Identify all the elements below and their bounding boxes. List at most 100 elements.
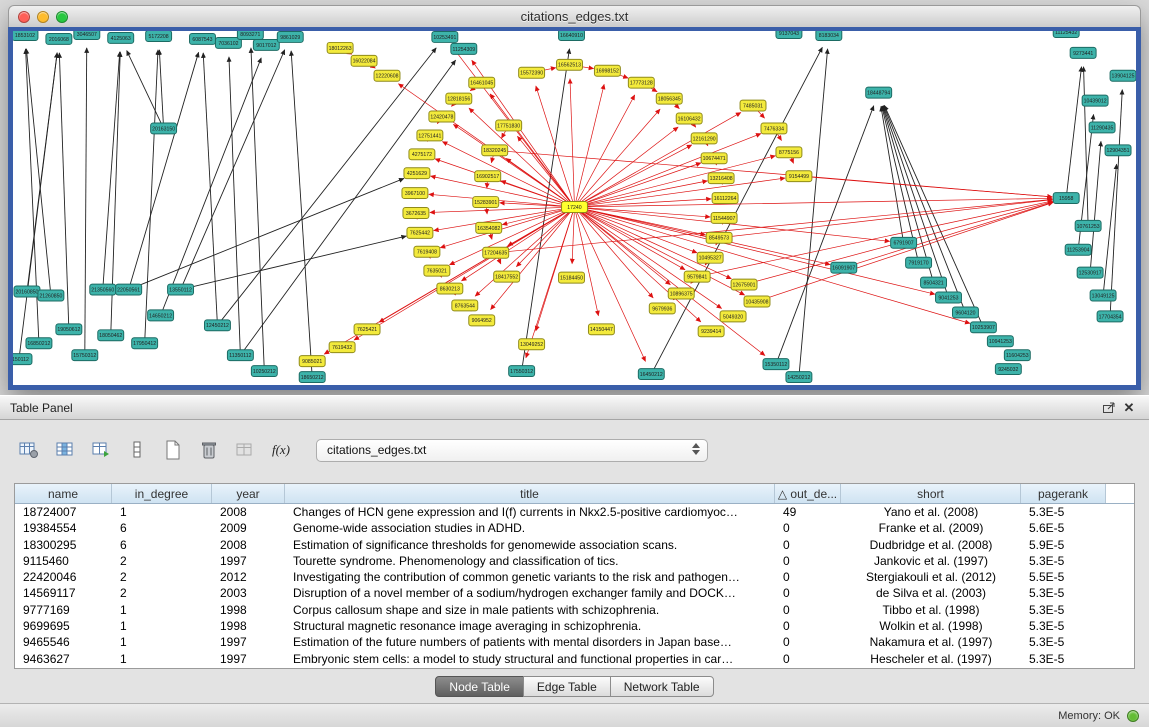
graph-node[interactable]: 16091907 [831,262,857,273]
graph-node[interactable]: 9041253 [936,292,962,303]
graph-node[interactable]: 3672635 [403,208,429,219]
select-columns-button[interactable] [50,436,80,464]
graph-node[interactable]: 8763544 [452,300,478,311]
graph-node[interactable]: 6087543 [190,33,216,44]
graph-node[interactable]: 8504321 [921,277,947,288]
graph-node[interactable]: 7635021 [424,265,450,276]
minimize-window-icon[interactable] [37,11,49,23]
graph-node[interactable]: 15350112 [763,359,789,370]
table-row[interactable]: 1938455462009Genome-wide association stu… [15,520,1134,536]
graph-node[interactable]: 9679936 [649,303,675,314]
function-builder-button[interactable]: f(x) [266,436,296,464]
table-source-select[interactable]: citations_edges.txt [316,439,708,462]
tab-network-table[interactable]: Network Table [610,676,714,697]
column-header-short[interactable]: short [841,484,1021,503]
graph-node[interactable]: 15184450 [559,272,585,283]
graph-node[interactable]: 12420478 [429,111,455,122]
graph-node[interactable]: 7619408 [414,246,440,257]
graph-node[interactable]: 18056345 [656,93,682,104]
graph-node[interactable]: 13216408 [708,173,734,184]
graph-node[interactable]: 16461045 [469,77,495,88]
graph-node[interactable]: 16850212 [26,338,52,349]
graph-node[interactable]: 10495327 [697,252,723,263]
zoom-window-icon[interactable] [56,11,68,23]
graph-node[interactable]: 7036102 [215,37,241,48]
graph-node[interactable]: 3967100 [402,188,428,199]
network-canvas[interactable]: 1724016461045128181561242047812751441427… [8,27,1141,390]
graph-node[interactable]: 9245032 [995,364,1021,375]
row-tools-button[interactable] [122,436,152,464]
graph-node[interactable]: 11350112 [227,350,253,361]
graph-node[interactable]: 12818156 [446,93,472,104]
network-graph[interactable]: 1724016461045128181561242047812751441427… [13,31,1136,385]
graph-node[interactable]: 10761253 [1075,220,1101,231]
graph-node[interactable]: 17950412 [132,338,158,349]
graph-node[interactable]: 21350560 [90,284,116,295]
graph-node[interactable]: 12161290 [691,133,717,144]
graph-node[interactable]: 10439012 [1082,95,1108,106]
graph-node[interactable]: 9017012 [253,39,279,50]
graph-node[interactable]: 17751830 [496,120,522,131]
graph-node[interactable]: 11254309 [451,43,477,54]
graph-node[interactable]: 8630213 [437,283,463,294]
table-row[interactable]: 1456911722003Disruption of a novel membe… [15,585,1134,601]
graph-node[interactable]: 22050561 [116,284,142,295]
graph-node[interactable]: 8183034 [816,31,842,40]
graph-node[interactable]: 16640910 [559,31,585,40]
graph-node[interactable]: 21260850 [38,290,64,301]
graph-node[interactable]: 4275172 [409,149,435,160]
graph-node[interactable]: 16022084 [351,55,377,66]
close-window-icon[interactable] [18,11,30,23]
graph-node[interactable]: 18012263 [327,42,353,53]
graph-node[interactable]: 4125063 [108,32,134,43]
float-panel-icon[interactable] [1099,399,1119,417]
graph-node[interactable]: 16450212 [638,369,664,380]
graph-node[interactable]: 9150112 [13,354,32,365]
new-document-button[interactable] [158,436,188,464]
graph-node[interactable]: 13049252 [519,339,545,350]
graph-node[interactable]: 9239414 [698,326,724,337]
graph-node[interactable]: 13049125 [1090,290,1116,301]
graph-node[interactable]: 5172208 [146,31,172,41]
graph-node[interactable]: 20163150 [151,123,177,134]
graph-node[interactable]: 9604120 [952,307,978,318]
graph-node[interactable]: 11253904 [1065,244,1091,255]
graph-node[interactable]: 13550112 [168,284,194,295]
column-header-name[interactable]: name [15,484,112,503]
graph-node[interactable]: 10941253 [987,336,1013,347]
graph-node[interactable]: 12904351 [1105,145,1131,156]
graph-node[interactable]: 18050462 [98,330,124,341]
graph-node[interactable]: 18448794 [866,87,892,98]
column-header-pagerank[interactable]: pagerank [1021,484,1106,503]
import-table-button[interactable] [86,436,116,464]
graph-node[interactable]: 5049320 [720,311,746,322]
graph-node[interactable]: 11125432 [1053,31,1079,37]
graph-node[interactable]: 15750312 [72,350,98,361]
table-row[interactable]: 969969511998Structural magnetic resonanc… [15,618,1134,634]
graph-node[interactable]: 16998152 [594,65,620,76]
graph-node[interactable]: 16902517 [475,171,501,182]
table-row[interactable]: 2242004622012Investigating the contribut… [15,569,1134,585]
graph-node[interactable]: 9154499 [786,171,812,182]
table-settings-button[interactable] [14,436,44,464]
graph-node[interactable]: 18417552 [494,271,520,282]
graph-node[interactable]: 18320245 [482,145,508,156]
graph-node[interactable]: 10253907 [970,322,996,333]
graph-node[interactable]: 12530917 [1077,267,1103,278]
tab-node-table[interactable]: Node Table [435,676,524,697]
graph-node[interactable]: 15572390 [519,67,545,78]
table-row[interactable]: 977716911998Corpus callosum shape and si… [15,602,1134,618]
graph-node[interactable]: 1853102 [13,31,38,40]
graph-node[interactable]: 7919170 [906,257,932,268]
import-disabled-button[interactable] [230,436,260,464]
graph-node[interactable]: 10896375 [668,288,694,299]
graph-node[interactable]: 15958 [1053,193,1079,204]
graph-node[interactable]: 2016068 [46,33,72,44]
graph-node[interactable]: 6791907 [891,237,917,248]
table-row[interactable]: 946362711997Embryonic stem cells: a mode… [15,651,1134,667]
column-header-out-de-[interactable]: △ out_de... [775,484,841,503]
graph-node[interactable]: 9861029 [277,31,303,42]
graph-node[interactable]: 7619432 [329,342,355,353]
graph-node[interactable]: 8093271 [237,31,263,39]
graph-node[interactable]: 10250212 [251,366,277,377]
